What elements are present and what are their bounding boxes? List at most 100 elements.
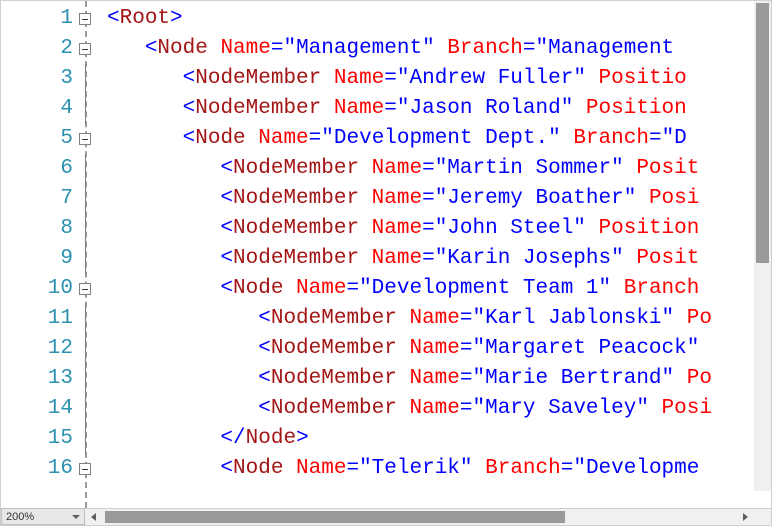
token-elem: NodeMember — [195, 97, 334, 120]
token-eq: = — [523, 37, 536, 60]
line-number: 1 — [1, 4, 85, 34]
line-number: 10 — [1, 274, 85, 304]
token-attr: Name — [296, 457, 346, 480]
fold-guide — [85, 184, 86, 214]
token-punct: < — [107, 7, 120, 30]
token-str: "Martin Sommer" — [435, 157, 637, 180]
code-line[interactable]: <NodeMember Name="Andrew Fuller" Positio — [107, 64, 771, 94]
token-attr: Posi — [649, 187, 699, 210]
fold-toggle[interactable] — [79, 133, 91, 145]
fold-toggle[interactable] — [79, 13, 91, 25]
scroll-left-button[interactable] — [85, 509, 102, 525]
code-line[interactable]: <Node Name="Development Team 1" Branch — [107, 274, 771, 304]
token-attr: Name — [372, 157, 422, 180]
token-elem: NodeMember — [233, 217, 372, 240]
code-editor: 12345678910111213141516 <Root> <Node Nam… — [0, 0, 772, 526]
line-number: 12 — [1, 334, 85, 364]
fold-toggle[interactable] — [79, 463, 91, 475]
fold-row — [85, 454, 103, 484]
token-eq: = — [561, 457, 574, 480]
token-str: "Management" — [283, 37, 447, 60]
fold-guide — [85, 394, 86, 424]
token-eq: = — [422, 157, 435, 180]
token-punct: < — [258, 337, 271, 360]
token-str: "John Steel" — [435, 217, 599, 240]
code-line[interactable]: <NodeMember Name="Martin Sommer" Posit — [107, 154, 771, 184]
token-eq: = — [460, 337, 473, 360]
fold-column — [85, 1, 103, 508]
code-line[interactable]: <NodeMember Name="John Steel" Position — [107, 214, 771, 244]
fold-guide — [85, 304, 86, 334]
code-area[interactable]: <Root> <Node Name="Management" Branch="M… — [103, 1, 771, 508]
code-line[interactable]: <NodeMember Name="Margaret Peacock" — [107, 334, 771, 364]
token-punct: < — [145, 37, 158, 60]
fold-row — [85, 394, 103, 424]
scroll-right-button[interactable] — [737, 509, 754, 525]
token-punct: > — [170, 7, 183, 30]
token-elem: NodeMember — [271, 307, 410, 330]
token-attr: Positio — [599, 67, 687, 90]
code-line[interactable]: <NodeMember Name="Jeremy Boather" Posi — [107, 184, 771, 214]
horizontal-scrollbar[interactable] — [85, 508, 771, 525]
line-number: 11 — [1, 304, 85, 334]
token-eq: = — [422, 217, 435, 240]
token-str: "D — [662, 127, 687, 150]
vertical-scrollbar[interactable] — [754, 1, 771, 491]
zoom-combo[interactable]: 200% — [1, 508, 85, 525]
fold-toggle[interactable] — [79, 43, 91, 55]
token-elem: NodeMember — [271, 337, 410, 360]
token-elem: Node — [195, 127, 258, 150]
horizontal-scrollbar-thumb[interactable] — [105, 511, 565, 523]
code-line[interactable]: <NodeMember Name="Mary Saveley" Posi — [107, 394, 771, 424]
token-attr: Name — [372, 217, 422, 240]
code-line[interactable]: <Node Name="Telerik" Branch="Developme — [107, 454, 771, 484]
token-elem: NodeMember — [195, 67, 334, 90]
token-eq: = — [460, 367, 473, 390]
fold-guide — [85, 334, 86, 364]
code-line[interactable]: <NodeMember Name="Marie Bertrand" Po — [107, 364, 771, 394]
triangle-right-icon — [743, 513, 748, 521]
editor-body: 12345678910111213141516 <Root> <Node Nam… — [1, 1, 771, 508]
fold-row — [85, 34, 103, 64]
code-line[interactable]: <Root> — [107, 4, 771, 34]
token-elem: NodeMember — [233, 157, 372, 180]
vertical-scrollbar-thumb[interactable] — [756, 3, 769, 263]
token-str: "Marie Bertrand" — [473, 367, 687, 390]
token-punct: < — [220, 187, 233, 210]
code-line[interactable]: </Node> — [107, 424, 771, 454]
token-elem: NodeMember — [271, 367, 410, 390]
token-elem: Node — [246, 427, 296, 450]
token-punct: < — [220, 217, 233, 240]
code-line[interactable]: <NodeMember Name="Karl Jablonski" Po — [107, 304, 771, 334]
fold-row — [85, 214, 103, 244]
token-attr: Name — [334, 97, 384, 120]
code-line[interactable]: <Node Name="Management" Branch="Manageme… — [107, 34, 771, 64]
token-attr: Po — [687, 307, 712, 330]
token-eq: = — [649, 127, 662, 150]
editor-footer: 200% — [1, 508, 771, 525]
token-eq: = — [384, 67, 397, 90]
line-number: 9 — [1, 244, 85, 274]
token-attr: Branch — [624, 277, 700, 300]
token-str: "Jason Roland" — [397, 97, 586, 120]
line-number-gutter: 12345678910111213141516 — [1, 1, 85, 508]
token-punct: < — [183, 97, 196, 120]
token-attr: Name — [258, 127, 308, 150]
zoom-value: 200% — [6, 511, 34, 523]
code-line[interactable]: <NodeMember Name="Karin Josephs" Posit — [107, 244, 771, 274]
token-str: "Development Team 1" — [359, 277, 624, 300]
fold-guide — [85, 94, 86, 124]
token-str: "Telerik" — [359, 457, 485, 480]
token-eq: = — [384, 97, 397, 120]
token-attr: Name — [334, 67, 384, 90]
token-punct: </ — [220, 427, 245, 450]
line-number: 2 — [1, 34, 85, 64]
fold-row — [85, 424, 103, 454]
fold-row — [85, 94, 103, 124]
token-attr: Name — [409, 367, 459, 390]
code-line[interactable]: <Node Name="Development Dept." Branch="D — [107, 124, 771, 154]
fold-toggle[interactable] — [79, 283, 91, 295]
token-eq: = — [460, 397, 473, 420]
code-line[interactable]: <NodeMember Name="Jason Roland" Position — [107, 94, 771, 124]
token-punct: < — [258, 397, 271, 420]
